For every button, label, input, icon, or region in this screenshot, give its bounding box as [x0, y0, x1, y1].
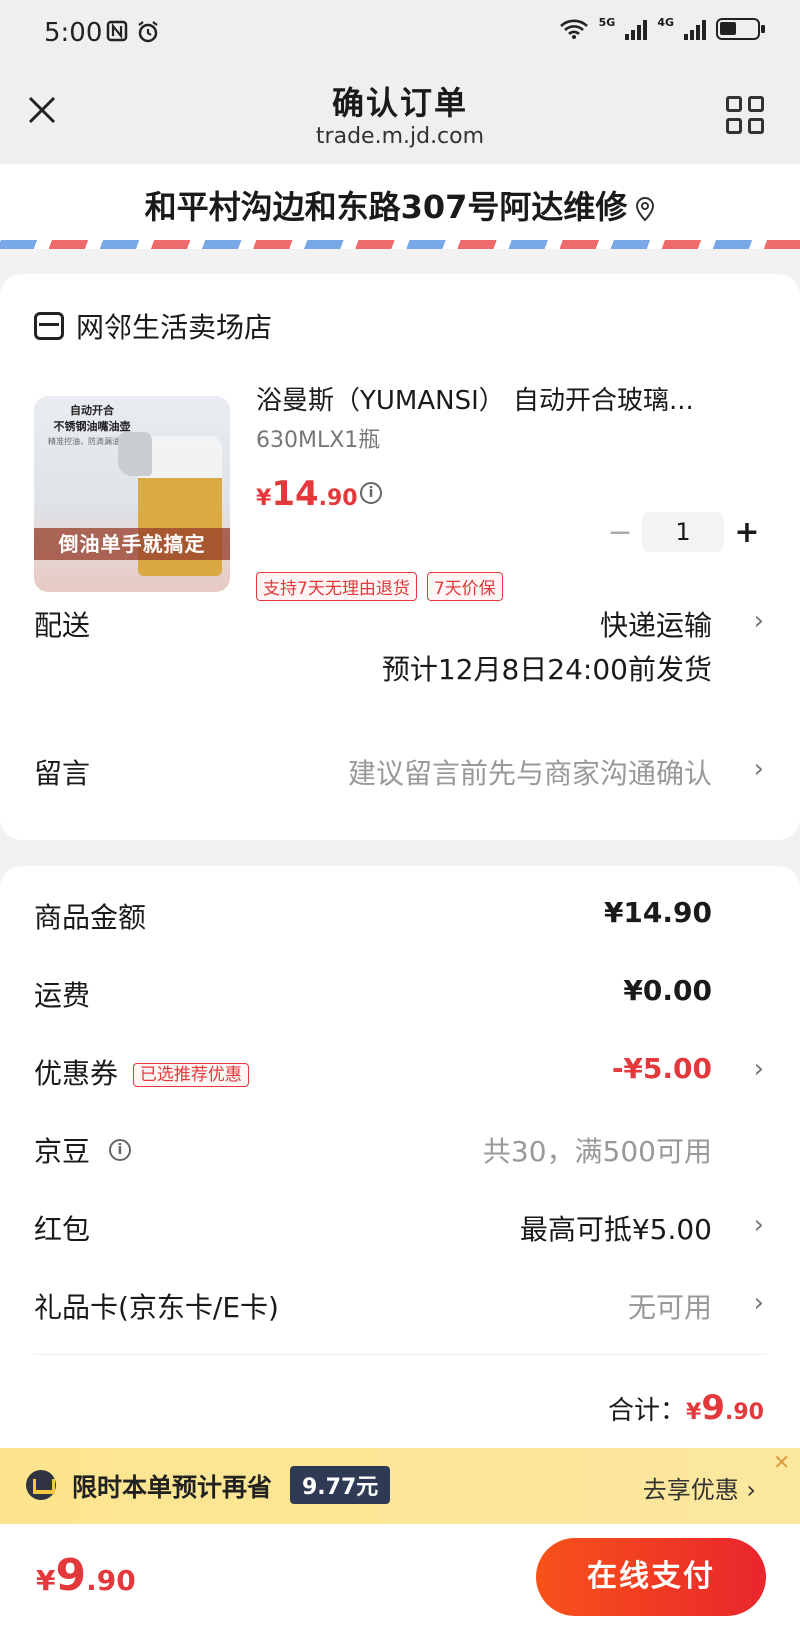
giftcard-value[interactable]: 无可用 [628, 1286, 712, 1326]
coupon-chevron-icon[interactable]: › [754, 1054, 764, 1084]
status-time: 5:00 [44, 18, 103, 48]
signal-4g-icon [684, 18, 706, 40]
quantity-value[interactable]: 1 [642, 512, 724, 552]
store-header[interactable]: 网邻生活卖场店 [34, 306, 272, 346]
product-image-banner: 倒油单手就搞定 [34, 528, 230, 560]
promo-action-text: 去享优惠 [642, 1476, 739, 1504]
promo-close-icon[interactable]: ✕ [773, 1450, 790, 1474]
promo-banner[interactable]: 限时本单预计再省 9.77元 去享优惠 › ✕ [0, 1448, 800, 1524]
giftcard-label: 礼品卡(京东卡/E卡) [34, 1291, 279, 1324]
order-card: 网邻生活卖场店 自动开合 不锈钢油嘴油壶 精准控油，防滴漏油 倒油单手就搞定 浴… [0, 274, 800, 840]
hongbao-value[interactable]: 最高可抵¥5.00 [520, 1208, 712, 1248]
shipping-label: 运费 [34, 979, 91, 1012]
store-name: 网邻生活卖场店 [76, 311, 273, 344]
spout-graphic [118, 432, 152, 476]
hongbao-label: 红包 [34, 1213, 91, 1246]
address-bar[interactable]: 和平村沟边和东路307号阿达维修 [0, 164, 800, 248]
quantity-stepper: − 1 + [604, 512, 764, 552]
grid-menu-icon[interactable] [726, 96, 764, 134]
message-chevron-icon[interactable]: › [754, 754, 764, 784]
goods-amount-label: 商品金额 [34, 901, 147, 934]
delivery-eta: 预计12月8日24:00前发货 [381, 653, 712, 686]
coupon-label-text: 优惠券 [34, 1057, 119, 1090]
nfc-icon [106, 20, 128, 42]
store-icon [34, 312, 64, 340]
product-name[interactable]: 浴曼斯（YUMANSI） 自动开合玻璃... [256, 380, 756, 417]
delivery-chevron-icon[interactable]: › [754, 606, 764, 636]
jingdou-info-icon[interactable]: i [108, 1139, 131, 1161]
price-symbol: ¥ [256, 486, 272, 511]
service-tags: 支持7天无理由退货 7天价保 [256, 572, 503, 601]
price-integer: 14 [271, 474, 319, 514]
network-5g-label: 5G [598, 16, 616, 29]
promo-amount: 9.77元 [290, 1466, 391, 1504]
message-input[interactable]: 建议留言前先与商家沟通确认 [348, 752, 712, 792]
total-decimal: .90 [725, 1400, 764, 1425]
goods-amount-value: ¥14.90 [603, 896, 712, 929]
chevron-right-icon: › [746, 1476, 756, 1504]
total-label: 合计： [608, 1396, 687, 1426]
jingdou-label: 京豆 i [34, 1130, 131, 1170]
decrease-button[interactable]: − [604, 515, 636, 550]
network-4g-label: 4G [657, 16, 674, 29]
location-pin-icon [636, 196, 655, 222]
return-policy-tag: 支持7天无理由退货 [256, 572, 417, 601]
signal-5g-icon [625, 18, 648, 40]
product-spec[interactable]: 630MLX1瓶 [256, 422, 380, 454]
giftcard-chevron-icon[interactable]: › [754, 1288, 764, 1318]
page-url: trade.m.jd.com [315, 124, 485, 149]
price-info-icon[interactable]: i [360, 482, 382, 504]
coupon-selected-tag: 已选推荐优惠 [132, 1062, 249, 1087]
checkout-integer: 9 [55, 1550, 87, 1601]
page-title: 确认订单 [331, 84, 468, 122]
checkout-total: ¥9.90 [36, 1550, 136, 1601]
coupon-label[interactable]: 优惠券 已选推荐优惠 [34, 1052, 249, 1092]
order-total: 合计：¥9.90 [608, 1388, 764, 1428]
shipping-value: ¥0.00 [623, 974, 712, 1007]
alarm-icon [138, 21, 158, 43]
jingdou-value: 共30，满500可用 [482, 1135, 712, 1168]
battery-icon [716, 18, 765, 40]
increase-button[interactable]: + [730, 515, 764, 550]
delivery-method[interactable]: 快递运输 [600, 604, 712, 644]
hongbao-chevron-icon[interactable]: › [754, 1210, 764, 1240]
status-bar: 5:00 5G 4G [0, 0, 800, 66]
checkout-symbol: ¥ [36, 1564, 56, 1597]
price-protect-tag: 7天价保 [426, 572, 503, 601]
crown-icon [26, 1470, 56, 1500]
nav-bar: 确认订单 trade.m.jd.com [0, 66, 800, 164]
wifi-icon [559, 19, 588, 39]
price-decimal: .90 [318, 486, 358, 511]
jingdou-label-text: 京豆 [34, 1135, 91, 1168]
checkout-decimal: .90 [86, 1564, 136, 1597]
divider [34, 1354, 766, 1355]
checkout-bar: ¥9.90 在线支付 [0, 1524, 800, 1632]
promo-action[interactable]: 去享优惠 › [643, 1470, 756, 1505]
product-image-caption-1: 自动开合 [70, 404, 114, 417]
promo-text: 限时本单预计再省 [72, 1473, 273, 1502]
pay-online-button[interactable]: 在线支付 [536, 1538, 766, 1616]
price-summary-card: 商品金额 ¥14.90 运费 ¥0.00 优惠券 已选推荐优惠 -¥5.00 ›… [0, 866, 800, 1486]
delivery-label: 配送 [34, 609, 91, 642]
message-label: 留言 [34, 757, 91, 790]
total-symbol: ¥ [686, 1400, 702, 1425]
total-integer: 9 [701, 1388, 726, 1428]
product-image-caption-3: 精准控油，防滴漏油 [48, 437, 120, 446]
product-price: ¥14.90 i [256, 474, 382, 514]
address-text: 和平村沟边和东路307号阿达维修 [144, 188, 628, 226]
envelope-stripe [0, 240, 800, 249]
coupon-value[interactable]: -¥5.00 [612, 1052, 712, 1085]
product-image[interactable]: 自动开合 不锈钢油嘴油壶 精准控油，防滴漏油 倒油单手就搞定 [34, 396, 230, 592]
